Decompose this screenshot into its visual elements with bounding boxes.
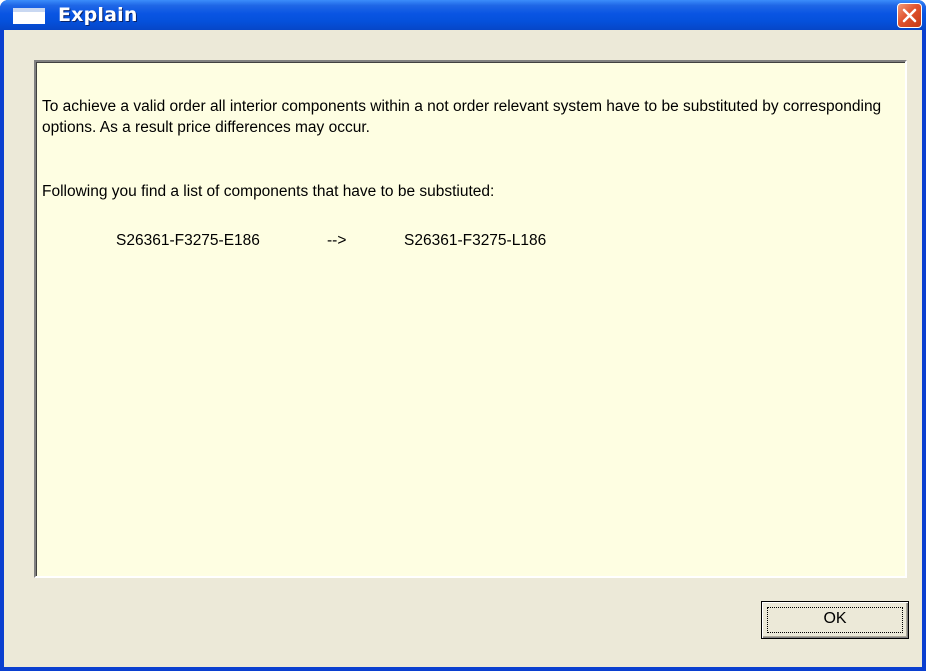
title-bar[interactable]: Explain	[0, 0, 926, 30]
ok-button[interactable]: OK	[761, 601, 909, 639]
window-icon	[13, 8, 45, 24]
explanation-panel: To achieve a valid order all interior co…	[34, 60, 907, 578]
window-title: Explain	[58, 4, 138, 26]
explanation-paragraph: To achieve a valid order all interior co…	[42, 98, 882, 136]
substitution-intro: Following you find a list of components …	[42, 183, 495, 200]
explain-dialog: Explain To achieve a valid order all int…	[0, 0, 926, 671]
ok-button-label: OK	[823, 610, 847, 627]
close-button[interactable]	[897, 3, 922, 28]
close-icon	[902, 8, 917, 23]
substitution-from-part: S26361-F3275-E186	[116, 232, 260, 249]
substitution-arrow: -->	[327, 232, 347, 249]
substitution-to-part: S26361-F3275-L186	[404, 232, 547, 249]
